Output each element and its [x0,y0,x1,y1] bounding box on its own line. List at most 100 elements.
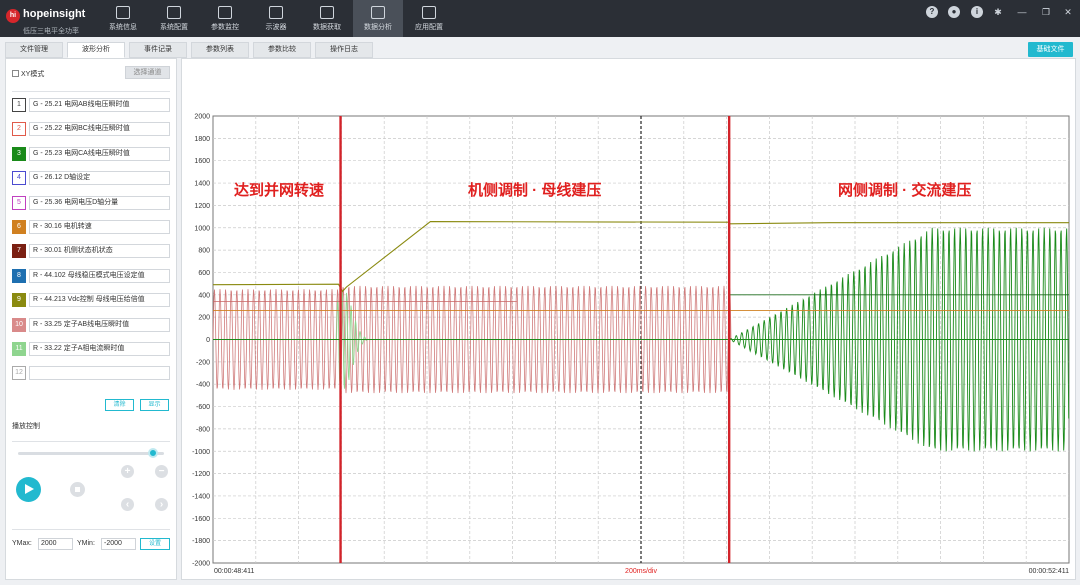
channel-row[interactable]: 6R - 30.16 电机转速 [12,220,170,234]
channel-number[interactable]: 7 [12,244,26,259]
step-forward-button[interactable]: › [155,498,168,511]
user-icon[interactable]: ● [948,6,960,18]
app-subtitle: 低压三电平全功率 [23,28,79,35]
channel-name[interactable]: R - 44.102 母线稳压模式电压设定值 [29,268,170,283]
clear-button[interactable]: 清除 [105,399,134,411]
apply-y-range-button[interactable]: 设置 [140,538,170,550]
channel-name[interactable]: G - 25.36 电网电压D轴分量 [29,195,170,210]
stop-icon [75,487,80,492]
channel-name[interactable]: R - 33.22 定子A相电流瞬时值 [29,342,170,356]
channel-name[interactable] [29,366,170,381]
play-icon [25,484,34,494]
monitor-icon [116,6,130,19]
y-tick-label: 800 [198,248,210,255]
y-tick-label: -600 [196,404,210,411]
channel-number[interactable]: 5 [12,195,26,210]
tab-4[interactable]: 参数列表 [191,42,249,58]
channel-row[interactable]: 8R - 44.102 母线稳压模式电压设定值 [12,268,170,283]
nav-folder-chart[interactable]: 数据分析 [353,0,403,37]
channel-row[interactable]: 4G - 26.12 D轴设定 [12,171,170,186]
channel-name[interactable]: G - 25.23 电网CA线电压瞬时值 [29,146,170,161]
time-end-label: 00:00:52:411 [1029,568,1069,575]
channel-number[interactable]: 12 [12,366,26,381]
select-channel-button[interactable]: 选择通道 [125,66,170,79]
channel-row[interactable]: 3G - 25.23 电网CA线电压瞬时值 [12,146,170,161]
y-tick-label: -1000 [192,449,210,456]
channel-number[interactable]: 1 [12,98,26,112]
y-tick-label: 1000 [194,225,210,232]
zoom-out-button[interactable]: − [155,465,168,478]
channel-row[interactable]: 12 [12,366,170,381]
channel-row[interactable]: 10 R - 33.25 定子AB线电压瞬时值 [12,317,170,332]
channel-name[interactable]: R - 30.01 机侧状态机状态 [29,244,170,259]
settings-gear-icon[interactable]: ✱ [992,6,1004,18]
y-tick-label: -1400 [192,493,210,500]
ymax-input[interactable]: 2000 [38,538,73,550]
divider [12,529,170,530]
y-tick-label: 0 [206,337,210,344]
nav-folder-download[interactable]: 数据获取 [302,0,352,37]
channel-number[interactable]: 3 [12,146,26,161]
channel-row[interactable]: 9R - 44.213 Vdc控制 母线电压给倍值 [12,293,170,308]
playback-slider-handle[interactable] [148,448,158,458]
tab-bar: 文件管理 波形分析 事件记录 参数列表 参数比较 操作日志 [0,42,1080,58]
nav-label: 数据分析 [364,24,392,31]
tab-2[interactable]: 波形分析 [67,42,125,58]
play-button[interactable] [16,477,41,502]
nav-label: 系统信息 [109,24,137,31]
nav-monitor[interactable]: 系统信息 [98,0,148,37]
channel-number[interactable]: 8 [12,268,26,283]
xy-mode-checkbox[interactable]: XY模式 [12,69,44,79]
channel-number[interactable]: 2 [12,122,26,137]
channel-number[interactable]: 9 [12,293,26,308]
stop-button[interactable] [70,482,85,497]
close-icon[interactable]: ✕ [1062,6,1074,18]
channel-number[interactable]: 10 [12,317,26,332]
info-icon[interactable]: i [971,6,983,18]
brand-name: hopeinsight [23,8,86,20]
nav-pulse[interactable]: 参数监控 [200,0,250,37]
nav-oscilloscope[interactable]: 示波器 [251,0,301,37]
zoom-in-button[interactable]: + [121,465,134,478]
help-icon[interactable]: ? [926,6,938,18]
waveform-chart[interactable]: 2000180016001400120010008006004002000-20… [182,59,1077,581]
channel-panel: XY模式 选择通道 1G - 25.21 电网AB线电压瞬时值 2 G - 25.2… [5,58,177,580]
channel-row[interactable]: 2G - 25.22 电网BC线电压瞬时值 [12,122,170,137]
folder-chart-icon [371,6,385,19]
channel-name[interactable]: R - 33.25 定子AB线电压瞬时值 [29,317,170,332]
nav-app-config[interactable]: 应用配置 [404,0,454,37]
y-tick-label: -1800 [192,538,210,545]
xy-mode-label: XY模式 [21,71,45,78]
playback-title: 播放控制 [12,423,40,430]
export-file-button[interactable]: 基础文件 [1028,42,1073,57]
tab-6[interactable]: 操作日志 [315,42,373,58]
channel-name[interactable]: G - 25.22 电网BC线电压瞬时值 [29,122,170,137]
channel-row[interactable]: 5G - 25.36 电网电压D轴分量 [12,195,170,210]
show-button[interactable]: 显示 [140,399,169,411]
oscilloscope-icon [269,6,283,19]
nav-document-gear[interactable]: 系统配置 [149,0,199,37]
checkbox-icon[interactable] [12,70,19,77]
channel-name[interactable]: G - 25.21 电网AB线电压瞬时值 [29,98,170,112]
region-annotation: 机侧调制 · 母线建压 [468,181,601,199]
playback-slider-track[interactable] [18,452,164,455]
ymin-input[interactable]: -2000 [101,538,136,550]
restore-icon[interactable]: ❐ [1040,6,1052,18]
channel-row[interactable]: 11 R - 33.22 定子A相电流瞬时值 [12,342,170,356]
time-scale-label: 200ms/div [625,568,657,575]
tab-5[interactable]: 参数比较 [253,42,311,58]
divider [12,91,170,92]
tab-1[interactable]: 文件管理 [5,42,63,58]
channel-number[interactable]: 6 [12,220,26,234]
channel-name[interactable]: R - 30.16 电机转速 [29,220,170,234]
channel-number[interactable]: 11 [12,342,26,356]
channel-number[interactable]: 4 [12,171,26,186]
channel-row[interactable]: 1G - 25.21 电网AB线电压瞬时值 [12,98,170,112]
minimize-icon[interactable]: — [1016,6,1028,18]
channel-name[interactable]: G - 26.12 D轴设定 [29,171,170,186]
step-back-button[interactable]: ‹ [121,498,134,511]
channel-row[interactable]: 7R - 30.01 机侧状态机状态 [12,244,170,259]
tab-3[interactable]: 事件记录 [129,42,187,58]
channel-name[interactable]: R - 44.213 Vdc控制 母线电压给倍值 [29,293,170,308]
y-tick-label: 400 [198,292,210,299]
